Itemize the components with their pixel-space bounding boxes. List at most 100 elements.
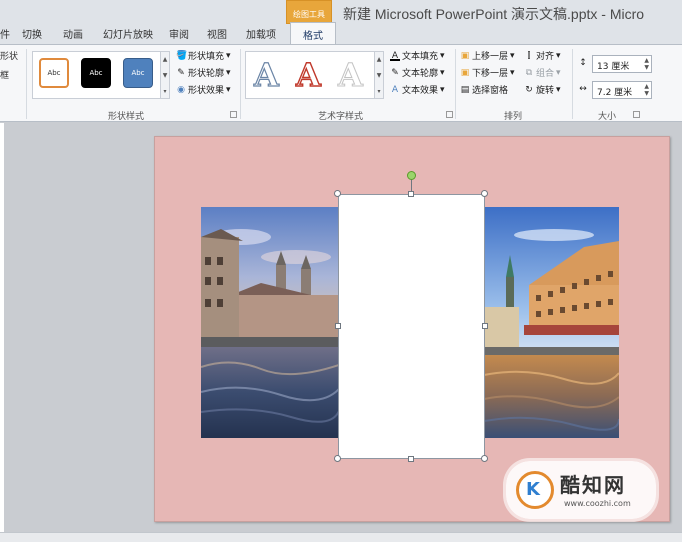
tab-review[interactable]: 审阅 (169, 26, 189, 41)
shape-effects-button[interactable]: ◉ 形状效果 ▾ (176, 83, 230, 97)
height-icon: ↕ (579, 58, 587, 68)
group-button[interactable]: ⧉ 组合 ▾ (524, 66, 561, 80)
tab-format[interactable]: 格式 (290, 22, 336, 45)
group-separator (572, 49, 573, 119)
align-label: 对齐 (536, 52, 555, 62)
text-fill-button[interactable]: A 文本填充 ▾ (390, 49, 445, 62)
chevron-up-icon[interactable]: ▲ (375, 52, 383, 68)
chevron-up-icon[interactable]: ▲ (161, 52, 169, 68)
pencil-icon: ✎ (177, 67, 185, 78)
text-effects-label: 文本效果 (402, 86, 439, 96)
wordart-styles-scroll[interactable]: ▲ ▼ ▾ (374, 51, 384, 99)
ribbon: 形状 框 Abc Abc Abc ▲ ▼ ▾ 🪣 形状填充 ▾ ✎ 形状轮廓 ▾… (0, 44, 682, 122)
resize-handle-bottom[interactable] (408, 456, 414, 462)
shape-fill-button[interactable]: 🪣 形状填充 ▾ (176, 49, 231, 63)
bring-forward-button[interactable]: ▣ 上移一层 ▾ (460, 49, 515, 63)
dropdown-arrow-icon: ▾ (226, 50, 231, 61)
photo-right-city-river[interactable] (484, 207, 619, 438)
group-separator (240, 49, 241, 119)
text-fill-label: 文本填充 (402, 52, 439, 62)
width-icon: ↔ (579, 84, 587, 94)
resize-handle-top-left[interactable] (334, 190, 341, 197)
dropdown-arrow-icon: ▾ (510, 67, 515, 78)
tab-file-cut[interactable]: 件 (0, 26, 10, 41)
tab-transitions[interactable]: 切换 (22, 26, 42, 41)
shape-fill-label: 形状填充 (188, 52, 225, 62)
dialog-launcher-icon[interactable] (633, 111, 640, 118)
more-icon[interactable]: ▾ (375, 84, 383, 100)
align-icon: ⫿ (527, 50, 531, 61)
arrange-group-label: 排列 (504, 112, 523, 122)
watermark-logo-letter: K (526, 479, 540, 500)
shape-styles-group-label: 形状样式 (108, 112, 145, 122)
dropdown-arrow-icon: ▾ (440, 84, 445, 95)
dialog-launcher-icon[interactable] (230, 111, 237, 118)
rotate-button[interactable]: ↻ 旋转 ▾ (524, 83, 560, 97)
send-backward-button[interactable]: ▣ 下移一层 ▾ (460, 66, 515, 80)
text-outline-button[interactable]: ✎ 文本轮廓 ▾ (390, 66, 445, 80)
tab-view[interactable]: 视图 (207, 26, 227, 41)
wordart-styles-gallery: A A A (245, 51, 375, 99)
slide-editing-area[interactable]: K 酷知网 www.coozhi.com (0, 123, 682, 542)
resize-handle-right[interactable] (482, 323, 488, 329)
site-watermark: K 酷知网 www.coozhi.com (506, 461, 656, 519)
shape-outline-button[interactable]: ✎ 形状轮廓 ▾ (176, 66, 230, 80)
shape-styles-scroll[interactable]: ▲ ▼ ▾ (160, 51, 170, 99)
photo-left-city-river[interactable] (201, 207, 339, 438)
group-separator (455, 49, 456, 119)
shape-label-cut[interactable]: 形状 (0, 49, 18, 62)
horizontal-scrollbar[interactable] (0, 532, 682, 542)
window-title: 新建 Microsoft PowerPoint 演示文稿.pptx - Micr… (343, 6, 645, 22)
wordart-style-gray-outline[interactable]: A (338, 54, 364, 96)
text-effects-icon: A (391, 84, 399, 95)
spinner-icon[interactable]: ▲ ▼ (644, 83, 649, 97)
resize-handle-bottom-right[interactable] (481, 455, 488, 462)
rotate-icon: ↻ (525, 84, 533, 95)
dropdown-arrow-icon: ▾ (556, 50, 561, 61)
drawing-tools-context-label: 绘图工具 (286, 0, 332, 24)
dropdown-arrow-icon: ▾ (556, 67, 561, 78)
pen-icon: ✎ (391, 67, 399, 78)
textbox-label-cut[interactable]: 框 (0, 68, 18, 81)
chevron-down-icon[interactable]: ▼ (375, 68, 383, 84)
spinner-icon[interactable]: ▲ ▼ (644, 57, 649, 71)
group-separator (26, 49, 27, 119)
wordart-group-label: 艺术字样式 (318, 112, 364, 122)
resize-handle-left[interactable] (335, 323, 341, 329)
rotate-handle[interactable] (407, 171, 416, 180)
shape-width-field[interactable]: 7.2 厘米 ▲ ▼ (592, 81, 652, 99)
dropdown-arrow-icon: ▾ (440, 67, 445, 78)
bring-forward-icon: ▣ (460, 50, 470, 61)
align-button[interactable]: ⫿ 对齐 ▾ (524, 49, 561, 63)
selected-rectangle-shape[interactable] (338, 194, 485, 459)
watermark-title: 酷知网 (560, 473, 626, 497)
shape-styles-gallery: Abc Abc Abc (32, 51, 162, 99)
paint-bucket-icon: 🪣 (176, 50, 188, 61)
shape-style-outline-orange[interactable]: Abc (39, 58, 69, 88)
thumbnail-pane-edge[interactable] (0, 123, 4, 542)
resize-handle-top-right[interactable] (481, 190, 488, 197)
wordart-style-red-outline[interactable]: A (295, 54, 321, 96)
shape-style-black[interactable]: Abc (81, 58, 111, 88)
resize-handle-top[interactable] (408, 191, 414, 197)
shape-height-field[interactable]: 13 厘米 ▲ ▼ (592, 55, 652, 73)
tab-addins[interactable]: 加载项 (246, 26, 276, 41)
resize-handle-bottom-left[interactable] (334, 455, 341, 462)
shape-width-value: 7.2 厘米 (597, 88, 633, 98)
shape-effects-label: 形状效果 (188, 86, 225, 96)
ribbon-tabs: 件 切换 动画 幻灯片放映 审阅 视图 加载项 格式 (0, 22, 682, 45)
chevron-down-icon[interactable]: ▼ (161, 68, 169, 84)
dialog-launcher-icon[interactable] (446, 111, 453, 118)
more-icon[interactable]: ▾ (161, 84, 169, 100)
shape-style-blue[interactable]: Abc (123, 58, 153, 88)
size-group-label: 大小 (598, 112, 617, 122)
tab-slideshow[interactable]: 幻灯片放映 (103, 26, 153, 41)
wordart-style-blue-outline[interactable]: A (253, 54, 279, 96)
selection-pane-button[interactable]: ▤ 选择窗格 (460, 83, 508, 97)
shape-effects-icon: ◉ (177, 84, 185, 95)
text-effects-button[interactable]: A 文本效果 ▾ (390, 83, 445, 97)
tab-animations[interactable]: 动画 (63, 26, 83, 41)
dropdown-arrow-icon: ▾ (510, 50, 515, 61)
shape-outline-label: 形状轮廓 (188, 69, 225, 79)
text-outline-label: 文本轮廓 (402, 69, 439, 79)
